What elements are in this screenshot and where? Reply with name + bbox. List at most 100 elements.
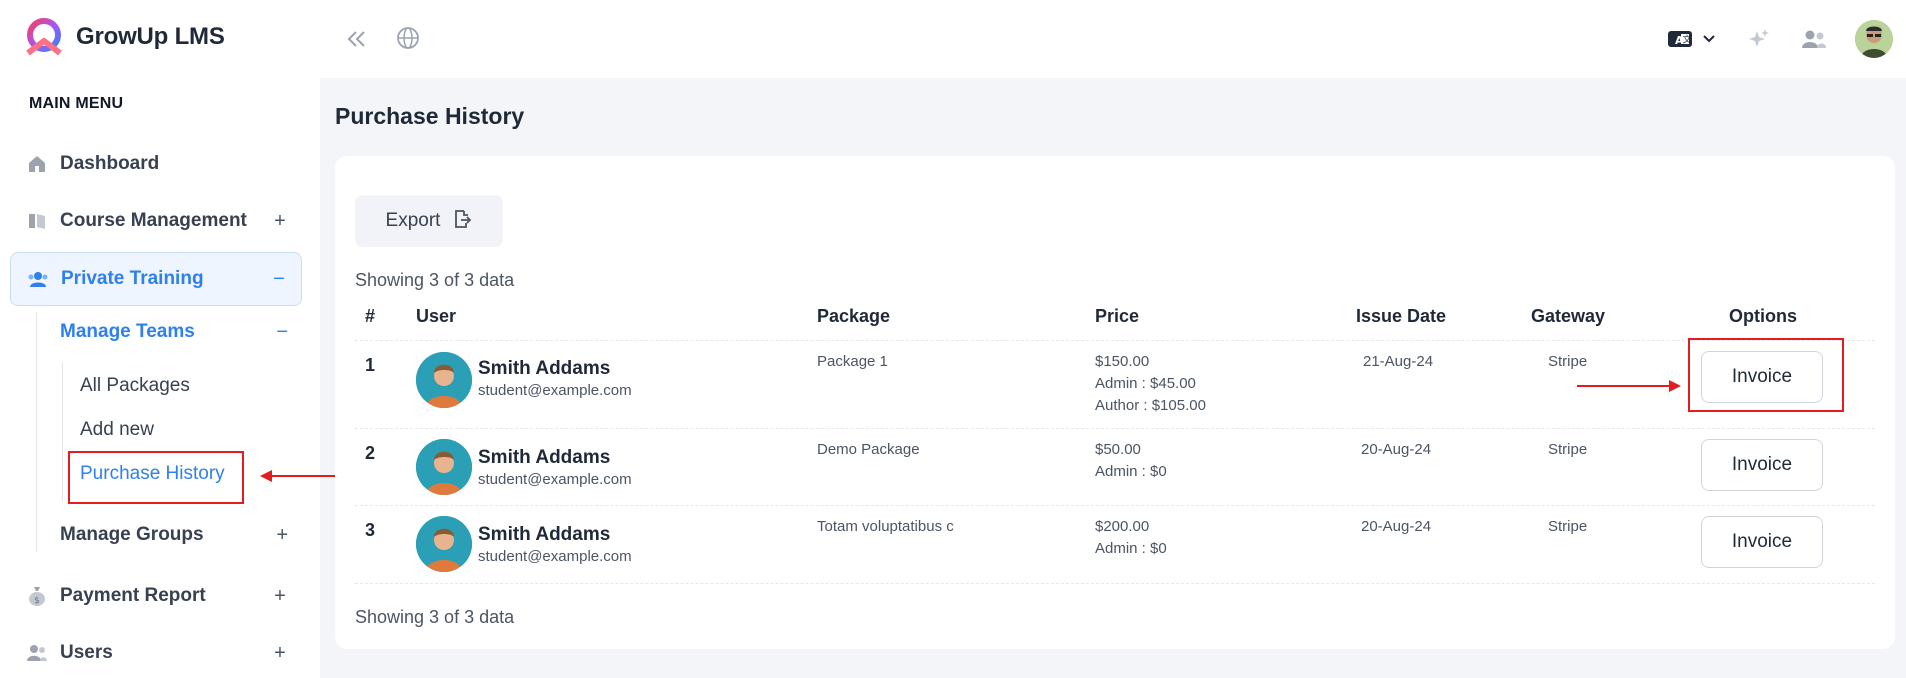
annotation-highlight-box — [68, 451, 244, 504]
sidebar-item-course-management[interactable]: Course Management + — [10, 194, 302, 248]
row-number: 3 — [365, 520, 376, 540]
annotation-arrow-head — [260, 470, 272, 482]
row-number: 2 — [365, 443, 376, 463]
sidebar-item-label: Private Training — [61, 268, 204, 289]
sidebar-item-label: Manage Groups — [60, 524, 204, 545]
translate-icon[interactable]: A文 — [1666, 28, 1694, 50]
globe-icon[interactable] — [394, 24, 422, 52]
gateway: Stripe — [1548, 518, 1588, 535]
sidebar-item-private-training[interactable]: Private Training − — [10, 252, 302, 306]
gateway: Stripe — [1548, 441, 1588, 458]
sidebar-item-add-new[interactable]: Add new — [80, 419, 154, 441]
sparkle-icon[interactable] — [1746, 26, 1772, 52]
book-icon — [26, 210, 48, 232]
row-divider — [355, 505, 1875, 506]
column-header-options: Options — [1729, 306, 1797, 326]
logo[interactable]: GrowUp LMS — [22, 17, 225, 57]
price-total: $200.00 — [1095, 518, 1150, 535]
collapse-icon[interactable] — [344, 26, 370, 52]
row-divider — [355, 583, 1875, 584]
annotation-highlight-box — [1688, 338, 1844, 412]
package-name: Totam voluptatibus c — [817, 518, 954, 535]
gateway: Stripe — [1548, 353, 1588, 370]
price-cell: $200.00 Admin : $0 — [1095, 516, 1167, 560]
expand-icon[interactable]: + — [276, 524, 288, 547]
annotation-arrow — [272, 475, 340, 477]
users-icon[interactable] — [1800, 26, 1828, 52]
price-admin: Admin : $45.00 — [1095, 375, 1196, 392]
avatar — [416, 352, 472, 408]
svg-text:文: 文 — [1683, 34, 1692, 46]
avatar[interactable] — [1855, 20, 1893, 58]
sidebar-item-label: Course Management — [60, 210, 247, 231]
user-email: student@example.com — [478, 471, 632, 488]
column-header-gateway: Gateway — [1531, 306, 1606, 326]
collapse-icon[interactable]: − — [276, 321, 288, 344]
price-admin: Admin : $0 — [1095, 540, 1167, 557]
column-header-user: User — [416, 306, 457, 326]
export-icon — [452, 209, 472, 234]
avatar — [416, 439, 472, 495]
topbar: A文 — [320, 0, 1906, 78]
row-number: 1 — [365, 355, 376, 375]
price-total: $150.00 — [1095, 353, 1150, 370]
svg-text:$: $ — [34, 596, 40, 606]
price-total: $50.00 — [1095, 441, 1141, 458]
sidebar-item-payment-report[interactable]: $ Payment Report + — [10, 569, 302, 623]
issue-date: 20-Aug-24 — [1361, 518, 1432, 535]
row-divider — [355, 340, 1875, 341]
sidebar-item-all-packages[interactable]: All Packages — [80, 375, 190, 397]
expand-icon[interactable]: + — [272, 642, 288, 665]
annotation-arrow — [1577, 385, 1669, 387]
users-icon — [27, 268, 49, 290]
sidebar-item-dashboard[interactable]: Dashboard — [10, 137, 302, 191]
sidebar-item-label: Dashboard — [60, 153, 160, 174]
column-header-package: Package — [817, 306, 891, 326]
price-cell: $150.00 Admin : $45.00 Author : $105.00 — [1095, 351, 1206, 417]
logo-icon — [26, 18, 62, 56]
sidebar-item-label: Users — [60, 642, 113, 663]
user-name: Smith Addams — [478, 447, 611, 468]
sidebar-item-manage-teams[interactable]: Manage Teams − — [60, 312, 302, 352]
sidebar-item-users[interactable]: Users + — [10, 626, 302, 678]
column-header-number: # — [365, 306, 376, 326]
home-icon — [26, 153, 48, 175]
user-name: Smith Addams — [478, 524, 611, 545]
expand-icon[interactable]: + — [272, 585, 288, 608]
user-email: student@example.com — [478, 382, 632, 399]
price-author: Author : $105.00 — [1095, 397, 1206, 414]
export-label: Export — [385, 210, 441, 231]
chevron-down-icon[interactable] — [1700, 30, 1718, 48]
invoice-button[interactable]: Invoice — [1701, 439, 1823, 491]
column-header-price: Price — [1095, 306, 1140, 326]
issue-date: 20-Aug-24 — [1361, 441, 1432, 458]
sidebar-item-label: Manage Teams — [60, 321, 195, 342]
annotation-arrow-head — [1669, 380, 1681, 392]
sidebar: GrowUp LMS MAIN MENU Dashboard Course Ma… — [0, 0, 320, 678]
user-name: Smith Addams — [478, 358, 611, 379]
submenu-line — [36, 312, 37, 552]
expand-icon[interactable]: + — [272, 210, 288, 233]
main-menu-title: MAIN MENU — [29, 95, 124, 112]
user-group-icon — [26, 642, 48, 664]
avatar — [416, 516, 472, 572]
price-cell: $50.00 Admin : $0 — [1095, 439, 1167, 483]
issue-date: 21-Aug-24 — [1363, 353, 1434, 370]
collapse-icon[interactable]: − — [271, 268, 287, 291]
price-admin: Admin : $0 — [1095, 463, 1167, 480]
user-email: student@example.com — [478, 548, 632, 565]
money-bag-icon: $ — [26, 585, 48, 607]
invoice-button[interactable]: Invoice — [1701, 516, 1823, 568]
showing-count-bottom: Showing 3 of 3 data — [355, 607, 515, 627]
submenu-line — [62, 362, 63, 502]
sidebar-item-manage-groups[interactable]: Manage Groups + — [60, 515, 302, 555]
showing-count-top: Showing 3 of 3 data — [355, 270, 515, 290]
row-divider — [355, 428, 1875, 429]
package-name: Package 1 — [817, 353, 888, 370]
export-button[interactable]: Export — [355, 195, 503, 247]
page-title: Purchase History — [335, 103, 525, 129]
package-name: Demo Package — [817, 441, 920, 458]
sidebar-item-label: Payment Report — [60, 585, 206, 606]
app-name: GrowUp LMS — [76, 23, 225, 50]
column-header-issue-date: Issue Date — [1356, 306, 1447, 326]
